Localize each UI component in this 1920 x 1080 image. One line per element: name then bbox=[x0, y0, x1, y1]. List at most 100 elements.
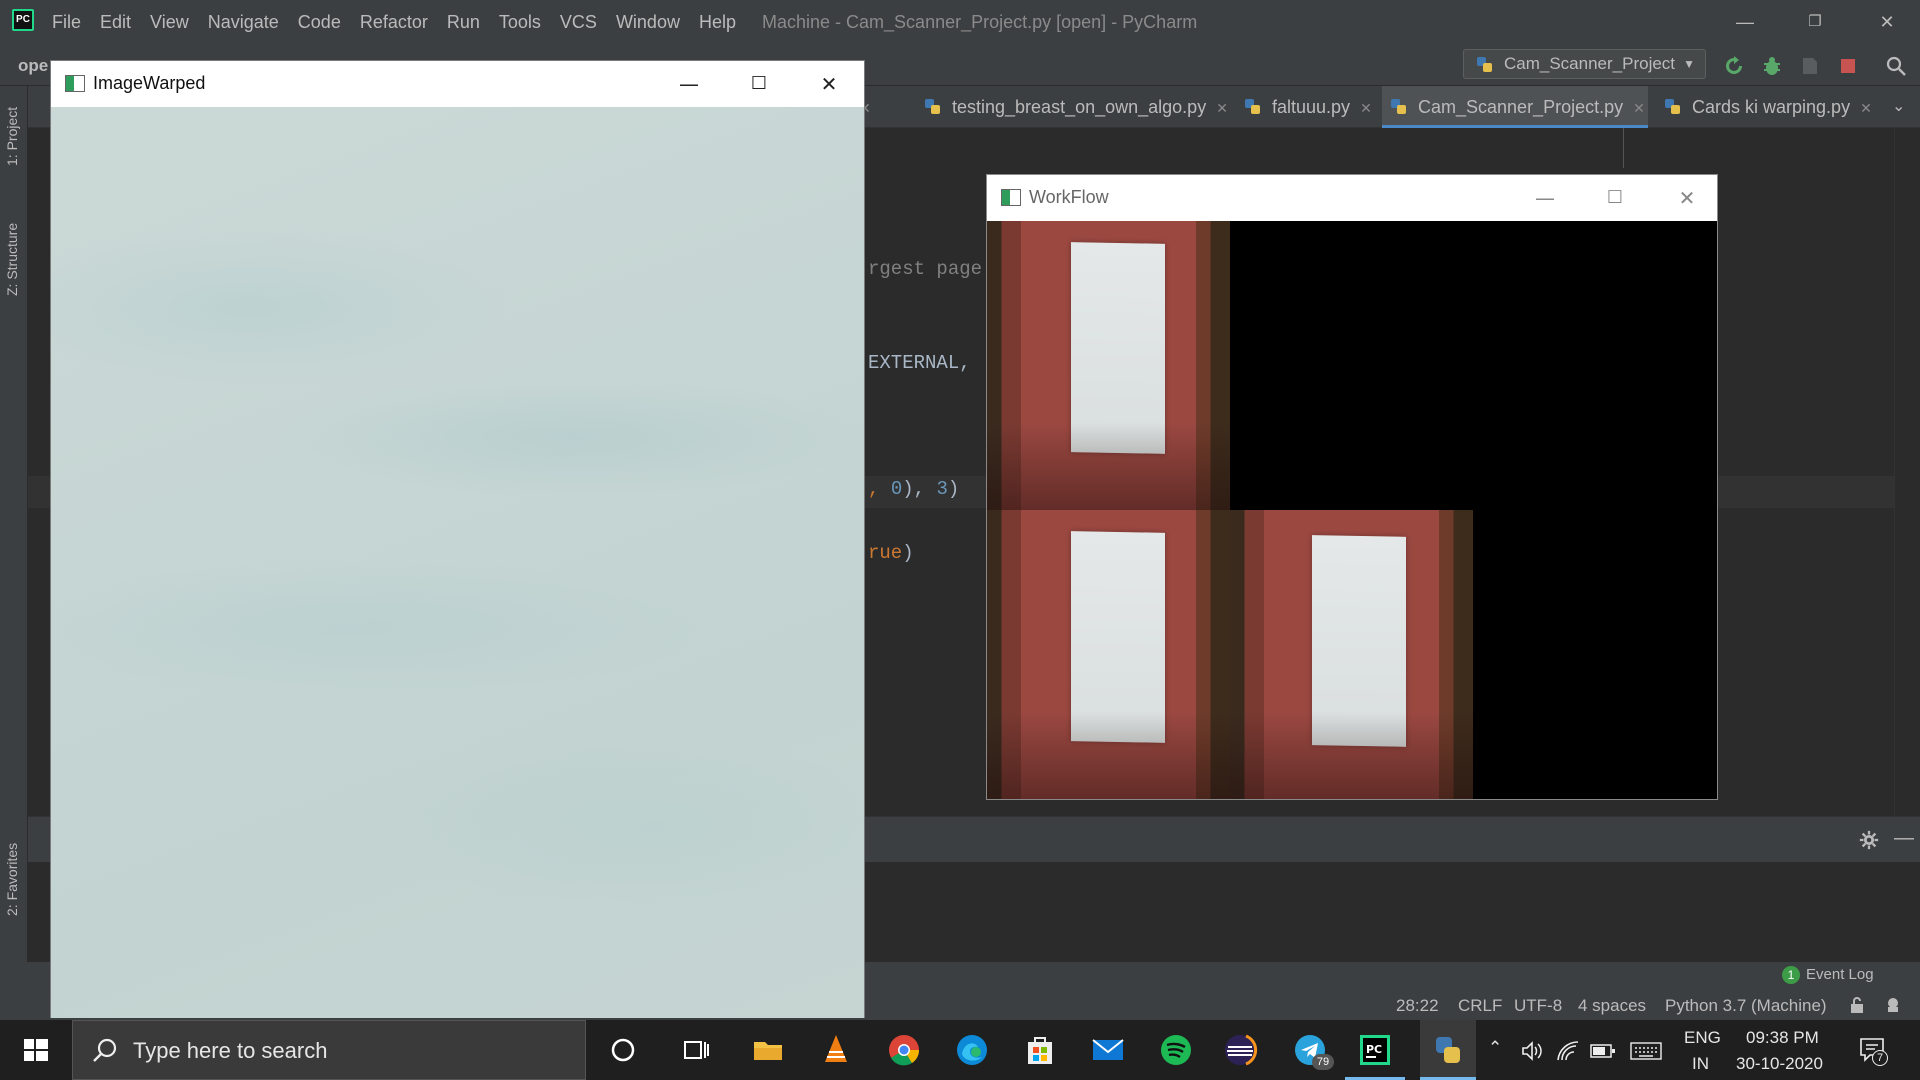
rerun-icon[interactable] bbox=[1722, 54, 1746, 78]
python-taskbar-app[interactable] bbox=[1420, 1020, 1476, 1080]
minimize-icon[interactable]: — bbox=[1730, 8, 1760, 36]
unread-badge: 79 bbox=[1312, 1054, 1334, 1070]
menu-code[interactable]: Code bbox=[298, 12, 341, 33]
eclipse-icon[interactable] bbox=[1220, 1030, 1260, 1070]
coverage-icon[interactable] bbox=[1798, 54, 1822, 78]
spotify-icon[interactable] bbox=[1156, 1030, 1196, 1070]
menu-navigate[interactable]: Navigate bbox=[208, 12, 279, 33]
window-titlebar[interactable]: WorkFlow — ☐ ✕ bbox=[987, 175, 1717, 221]
warped-document-image bbox=[51, 107, 864, 1018]
gear-icon[interactable] bbox=[1858, 829, 1880, 851]
store-icon[interactable] bbox=[1020, 1030, 1060, 1070]
pycharm-logo-icon[interactable]: PC bbox=[12, 9, 34, 31]
wifi-icon[interactable] bbox=[1556, 1040, 1580, 1062]
close-icon[interactable]: ✕ bbox=[1216, 100, 1228, 116]
line-separator[interactable]: CRLF bbox=[1458, 996, 1502, 1016]
maximize-icon[interactable]: ☐ bbox=[739, 69, 779, 99]
code-line: EXTERNAL, bbox=[868, 352, 971, 374]
code-line: rue) bbox=[868, 542, 914, 564]
tab-faltuuu[interactable]: faltuuu.py ✕ bbox=[1236, 86, 1372, 128]
window-title: WorkFlow bbox=[1029, 187, 1109, 207]
interpreter-setting[interactable]: Python 3.7 (Machine) bbox=[1665, 996, 1827, 1016]
clock-date[interactable]: 30-10-2020 bbox=[1736, 1054, 1823, 1074]
event-log-button[interactable]: Event Log bbox=[1806, 966, 1874, 983]
favorites-tool-tab[interactable]: 2: Favorites bbox=[4, 843, 20, 916]
telegram-app[interactable]: 79 bbox=[1290, 1030, 1334, 1070]
mail-icon[interactable] bbox=[1088, 1030, 1128, 1070]
tab-cam-scanner[interactable]: Cam_Scanner_Project.py ✕ bbox=[1382, 86, 1648, 128]
event-count-badge: 1 bbox=[1782, 966, 1800, 984]
run-config-label: Cam_Scanner_Project bbox=[1504, 54, 1676, 73]
caret-position[interactable]: 28:22 bbox=[1396, 996, 1439, 1016]
project-tool-tab[interactable]: 1: Project bbox=[4, 107, 20, 166]
menu-view[interactable]: View bbox=[150, 12, 189, 33]
cortana-icon[interactable] bbox=[603, 1030, 643, 1070]
edge-icon[interactable] bbox=[952, 1030, 992, 1070]
python-file-icon bbox=[1477, 57, 1492, 72]
chevron-down-icon[interactable]: ⌄ bbox=[1892, 96, 1905, 116]
svg-text:PC: PC bbox=[1366, 1043, 1382, 1056]
clock-time[interactable]: 09:38 PM bbox=[1746, 1028, 1819, 1048]
hide-panel-icon[interactable]: — bbox=[1894, 827, 1914, 850]
close-icon[interactable]: ✕ bbox=[1872, 8, 1902, 36]
minimize-icon[interactable]: — bbox=[669, 69, 709, 99]
workflow-window[interactable]: WorkFlow — ☐ ✕ bbox=[986, 174, 1718, 800]
pycharm-taskbar-app[interactable]: PC bbox=[1345, 1030, 1405, 1080]
menu-run[interactable]: Run bbox=[447, 12, 480, 33]
windows-start-icon[interactable] bbox=[0, 1020, 72, 1080]
vlc-icon[interactable] bbox=[816, 1030, 856, 1070]
search-icon[interactable] bbox=[1884, 54, 1908, 78]
battery-icon[interactable] bbox=[1590, 1042, 1616, 1060]
workflow-frame-original bbox=[987, 221, 1230, 510]
minimize-icon[interactable]: — bbox=[1525, 183, 1565, 213]
close-icon[interactable]: ✕ bbox=[1633, 100, 1645, 116]
close-icon[interactable]: ✕ bbox=[809, 69, 849, 99]
close-icon[interactable]: ✕ bbox=[1667, 183, 1707, 213]
action-center-button[interactable]: 7 bbox=[1858, 1036, 1888, 1066]
file-explorer-icon[interactable] bbox=[748, 1030, 788, 1070]
tab-cards-warping[interactable]: Cards ki warping.py ✕ bbox=[1656, 86, 1872, 128]
code-comment: rgest page bbox=[868, 258, 983, 280]
close-icon[interactable]: ✕ bbox=[1860, 100, 1872, 116]
menu-edit[interactable]: Edit bbox=[100, 12, 131, 33]
tool-window-strip: 1: Project Z: Structure 2: Favorites bbox=[0, 86, 28, 1014]
breadcrumb[interactable]: ope bbox=[18, 56, 48, 76]
tab-testing-breast[interactable]: testing_breast_on_own_algo.py ✕ bbox=[916, 86, 1228, 128]
chrome-icon[interactable] bbox=[884, 1030, 924, 1070]
image-warped-window[interactable]: ImageWarped — ☐ ✕ bbox=[50, 60, 865, 1018]
right-margin-guide bbox=[1623, 128, 1624, 168]
taskbar-search[interactable]: Type here to search bbox=[72, 1020, 586, 1080]
menu-window[interactable]: Window bbox=[616, 12, 680, 33]
workflow-image-stack bbox=[987, 221, 1717, 799]
run-config-dropdown[interactable]: Cam_Scanner_Project ▼ bbox=[1463, 49, 1706, 79]
lock-icon[interactable] bbox=[1848, 996, 1866, 1014]
window-titlebar[interactable]: ImageWarped — ☐ ✕ bbox=[51, 61, 864, 107]
stop-icon[interactable] bbox=[1836, 54, 1860, 78]
file-encoding[interactable]: UTF-8 bbox=[1514, 996, 1562, 1016]
menu-refactor[interactable]: Refactor bbox=[360, 12, 428, 33]
indent-setting[interactable]: 4 spaces bbox=[1578, 996, 1646, 1016]
menu-file[interactable]: File bbox=[52, 12, 81, 33]
menu-tools[interactable]: Tools bbox=[499, 12, 541, 33]
code-token: ) bbox=[947, 478, 960, 500]
tab-label: testing_breast_on_own_algo.py bbox=[952, 97, 1207, 117]
menu-help[interactable]: Help bbox=[699, 12, 736, 33]
volume-icon[interactable] bbox=[1520, 1040, 1544, 1062]
structure-tool-tab[interactable]: Z: Structure bbox=[4, 223, 20, 296]
debug-icon[interactable] bbox=[1760, 54, 1784, 78]
window-title: ImageWarped bbox=[93, 73, 206, 93]
keyboard-icon[interactable] bbox=[1630, 1042, 1662, 1060]
close-icon[interactable]: ✕ bbox=[1360, 100, 1372, 116]
python-file-icon bbox=[1245, 99, 1260, 114]
maximize-icon[interactable]: ☐ bbox=[1595, 183, 1635, 213]
inspector-icon[interactable] bbox=[1884, 996, 1902, 1014]
restore-icon[interactable]: ❐ bbox=[1800, 8, 1830, 36]
search-placeholder: Type here to search bbox=[133, 1038, 328, 1063]
show-hidden-icons-icon[interactable]: ⌃ bbox=[1488, 1038, 1502, 1058]
menu-vcs[interactable]: VCS bbox=[560, 12, 597, 33]
language-indicator[interactable]: ENG bbox=[1684, 1028, 1721, 1048]
ide-titlebar: PC File Edit View Navigate Code Refactor… bbox=[0, 0, 1920, 44]
task-view-icon[interactable] bbox=[676, 1030, 716, 1070]
code-number: 3 bbox=[936, 478, 948, 500]
chevron-down-icon: ▼ bbox=[1683, 57, 1695, 71]
